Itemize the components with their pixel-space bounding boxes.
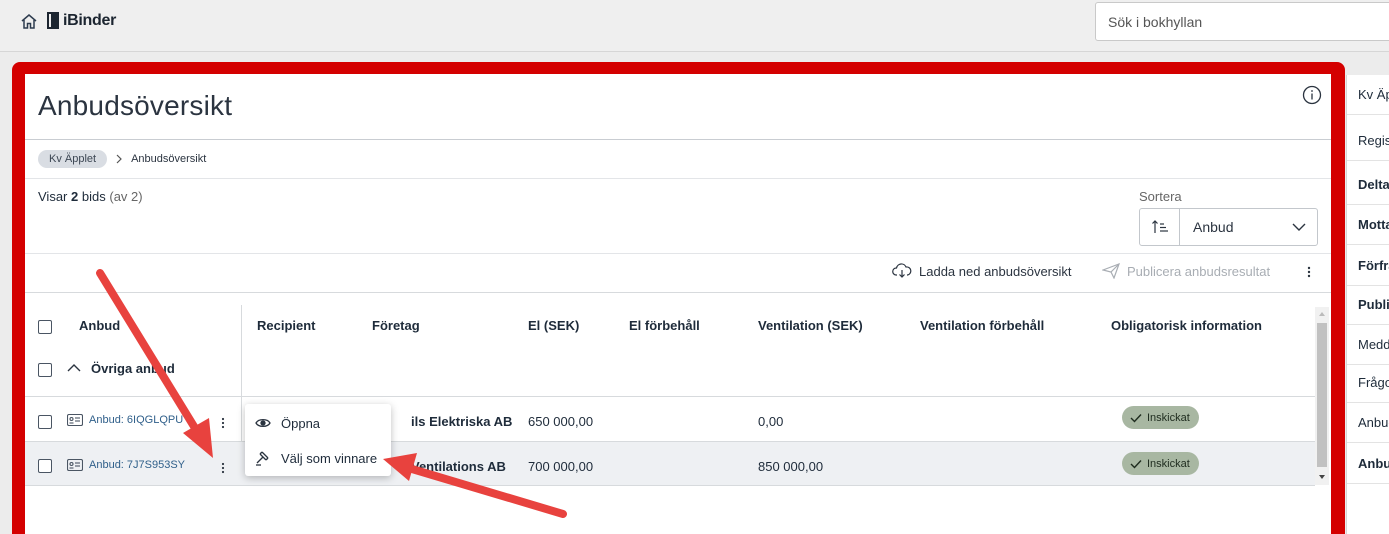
download-overview-button[interactable]: Ladda ned anbudsöversikt (892, 263, 1072, 279)
el-cell: 700 000,00 (528, 459, 594, 474)
sort-direction-button[interactable] (1140, 209, 1180, 245)
page-title: Anbudsöversikt (38, 90, 233, 121)
divider (25, 178, 1331, 179)
group-label: Övriga anbud (91, 361, 175, 376)
info-icon[interactable] (1302, 85, 1322, 105)
side-item-request[interactable]: Förfrågan (1347, 246, 1389, 286)
side-item-bid-overview[interactable]: Anbudsöversikt (1347, 444, 1389, 484)
side-item-publishing[interactable]: Publicering (1347, 285, 1389, 325)
column-header-recipient[interactable]: Recipient (257, 318, 316, 333)
chevron-down-icon (1292, 223, 1306, 231)
top-bar: iBinder (0, 0, 1389, 52)
divider (25, 139, 1331, 140)
company-cell: Ventilations AB (411, 459, 506, 474)
more-options-icon[interactable] (1304, 264, 1314, 280)
ventilation-cell: 0,00 (758, 414, 784, 429)
check-icon (1130, 459, 1142, 469)
company-cell: ils Elektriska AB (411, 414, 513, 429)
search-input[interactable] (1095, 2, 1389, 41)
ventilation-cell: 850 000,00 (758, 459, 824, 474)
publish-results-label: Publicera anbudsresultat (1127, 263, 1271, 279)
toolbar: Ladda ned anbudsöversikt Publicera anbud… (25, 260, 1331, 286)
scroll-up-icon[interactable] (1315, 307, 1329, 321)
column-header-ventilation[interactable]: Ventilation (SEK) (758, 318, 863, 333)
column-header-company[interactable]: Företag (372, 318, 420, 333)
row-divider (25, 396, 1315, 397)
row-checkbox[interactable] (38, 459, 52, 473)
row-divider (25, 441, 1315, 442)
scrollbar-thumb[interactable] (1317, 323, 1327, 467)
menu-item-select-winner-label: Välj som vinnare (281, 450, 378, 466)
divider (25, 292, 1331, 293)
sort-value: Anbud (1193, 219, 1234, 235)
cloud-download-icon (892, 263, 912, 278)
id-card-icon (67, 459, 83, 471)
app-name: iBinder (63, 11, 117, 29)
menu-item-select-winner[interactable]: Välj som vinnare (245, 441, 391, 475)
result-count-prefix: Visar (38, 189, 68, 204)
status-label: Inskickat (1147, 457, 1190, 470)
column-header-el-reservation[interactable]: El förbehåll (629, 318, 700, 333)
breadcrumb: Kv Äpplet Anbudsöversikt (38, 150, 206, 168)
bid-id: Anbud: 7J7S953SY (89, 459, 186, 471)
side-item-registration[interactable]: Registrering (1347, 121, 1389, 161)
send-icon (1102, 263, 1120, 279)
app-logo[interactable]: iBinder (46, 11, 116, 30)
row-checkbox[interactable] (38, 415, 52, 429)
sort-select[interactable]: Anbud (1139, 208, 1318, 246)
divider (25, 253, 1331, 254)
side-item-recipients[interactable]: Mottagare (1347, 205, 1389, 245)
download-overview-label: Ladda ned anbudsöversikt (919, 263, 1072, 279)
side-item-project[interactable]: Kv Äpplet (1347, 75, 1389, 115)
side-navigation: Kv Äpplet Registrering Deltagare Mottaga… (1346, 75, 1389, 534)
scroll-down-icon[interactable] (1315, 470, 1329, 484)
side-item-participants[interactable]: Deltagare (1347, 165, 1389, 205)
bid-link[interactable]: Anbud: 7J7S953SY (67, 459, 185, 471)
row-divider (25, 485, 1315, 486)
side-item-questions[interactable]: Frågor (1347, 363, 1389, 403)
status-label: Inskickat (1147, 411, 1190, 424)
sort-label: Sortera (1139, 189, 1182, 204)
status-badge: Inskickat (1122, 452, 1199, 475)
side-item-bids[interactable]: Anbud (1347, 403, 1389, 443)
result-count-total: (av 2) (109, 189, 143, 204)
row-menu-icon[interactable] (219, 416, 227, 430)
column-header-mandatory-info[interactable]: Obligatorisk information (1111, 318, 1262, 333)
row-menu-icon[interactable] (219, 461, 227, 475)
home-icon[interactable] (19, 12, 39, 32)
status-badge: Inskickat (1122, 406, 1199, 429)
result-count-value: 2 (71, 189, 79, 204)
chevron-right-icon (116, 154, 122, 164)
el-cell: 650 000,00 (528, 414, 594, 429)
bid-id: Anbud: 6IQGLQPU (89, 414, 184, 426)
side-item-messages[interactable]: Meddelanden (1347, 325, 1389, 365)
select-all-checkbox[interactable] (38, 320, 52, 334)
publish-results-button[interactable]: Publicera anbudsresultat (1102, 263, 1270, 279)
row-context-menu: Öppna Välj som vinnare (245, 404, 391, 476)
chevron-up-icon[interactable] (67, 363, 81, 373)
column-header-el[interactable]: El (SEK) (528, 318, 579, 333)
column-header-ventilation-reservation[interactable]: Ventilation förbehåll (920, 318, 1044, 333)
binder-logo-icon (47, 12, 59, 29)
id-card-icon (67, 414, 83, 426)
gavel-icon (256, 451, 269, 466)
eye-icon (255, 418, 271, 428)
breadcrumb-current: Anbudsöversikt (131, 153, 207, 165)
result-count-unit: bids (81, 189, 106, 204)
breadcrumb-parent[interactable]: Kv Äpplet (38, 150, 108, 168)
group-checkbox[interactable] (38, 363, 52, 377)
check-icon (1130, 413, 1142, 423)
column-header-bid[interactable]: Anbud (79, 318, 120, 333)
result-count: Visar 2 bids (av 2) (38, 189, 143, 204)
menu-item-open[interactable]: Öppna (245, 406, 391, 440)
sort-ascending-icon (1151, 220, 1168, 233)
bid-link[interactable]: Anbud: 6IQGLQPU (67, 414, 183, 426)
main-panel: Anbudsöversikt Kv Äpplet Anbudsöversikt … (25, 74, 1331, 534)
menu-item-open-label: Öppna (281, 415, 321, 431)
